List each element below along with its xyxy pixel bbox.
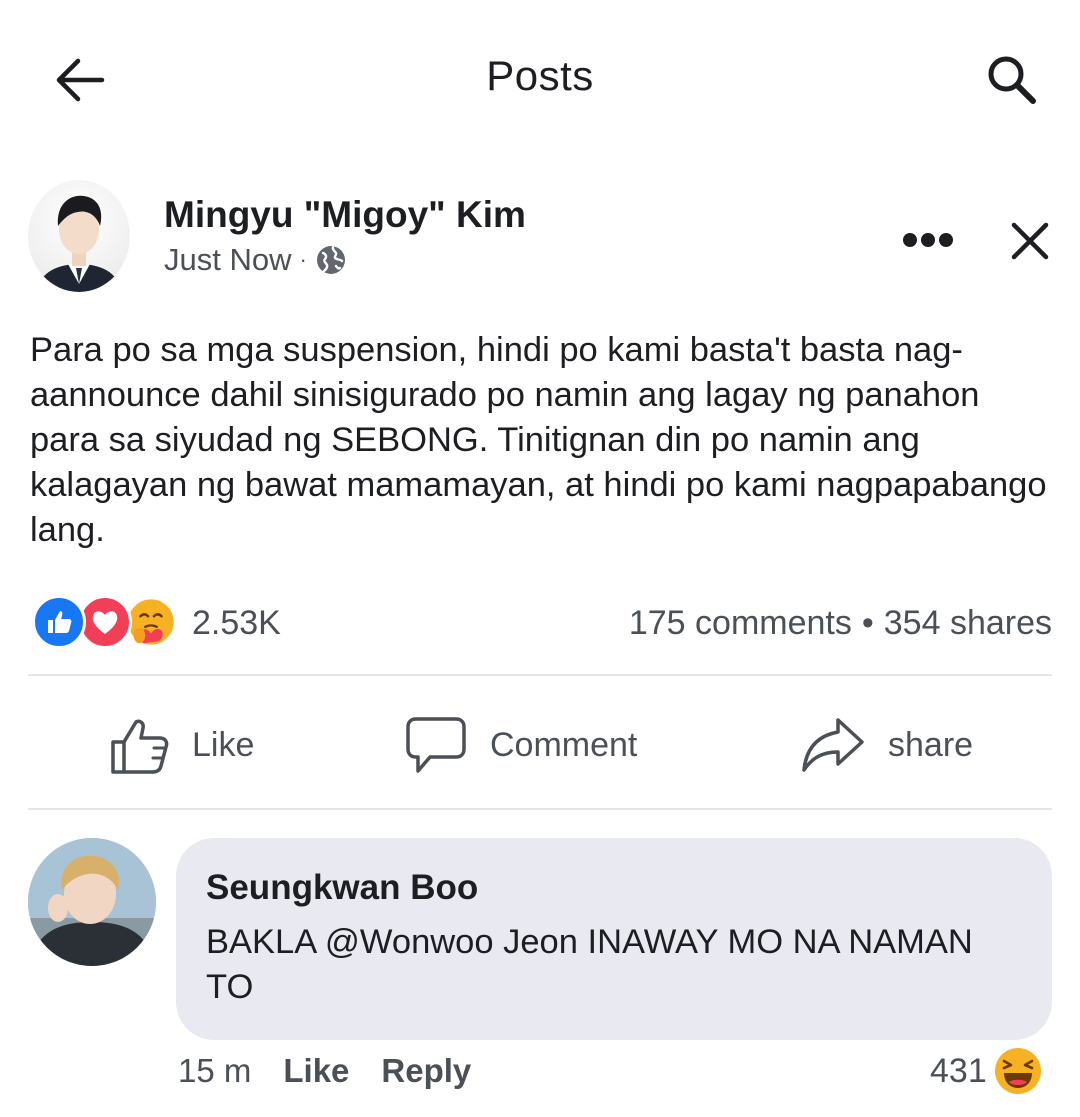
post-time[interactable]: Just Now — [164, 242, 291, 278]
comment-reaction-count: 431 — [930, 1051, 987, 1090]
laughing-reaction-icon — [994, 1048, 1041, 1094]
post-actions: Like Comment share — [0, 690, 1080, 800]
comment-like-button[interactable]: Like — [283, 1052, 349, 1090]
comment-bubble[interactable]: Seungkwan Boo BAKLA @Wonwoo Jeon INAWAY … — [176, 838, 1052, 1040]
reaction-count[interactable]: 2.53K — [192, 604, 281, 643]
more-horizontal-icon — [903, 233, 953, 247]
comment-icon — [406, 717, 466, 773]
like-label: Like — [192, 725, 255, 764]
commenter-name[interactable]: Seungkwan Boo — [206, 868, 1022, 908]
comment-text: BAKLA @Wonwoo Jeon INAWAY MO NA NAMAN TO — [206, 923, 973, 1006]
avatar-photo — [28, 838, 156, 966]
care-reaction-icon — [124, 595, 178, 649]
comment-label: Comment — [490, 725, 638, 764]
share-icon — [802, 718, 864, 772]
like-button[interactable]: Like — [110, 710, 254, 780]
page-title: Posts — [486, 52, 594, 99]
love-reaction-icon — [78, 595, 132, 649]
post-text: Para po sa mga suspension, hindi po kami… — [30, 331, 1047, 549]
reaction-icons[interactable] — [32, 595, 182, 649]
avatar-portrait — [36, 195, 122, 292]
close-icon — [1011, 222, 1049, 260]
comment-button[interactable]: Comment — [404, 710, 637, 780]
divider-bottom — [28, 808, 1052, 810]
author-name[interactable]: Mingyu "Migoy" Kim — [164, 194, 526, 236]
search-icon — [988, 56, 1036, 104]
engagement-counts: 175 comments • 354 shares — [629, 604, 1052, 643]
thumbs-up-icon — [111, 719, 169, 774]
globe-icon — [316, 245, 345, 274]
comment-reply-button[interactable]: Reply — [381, 1052, 471, 1090]
close-button[interactable] — [1000, 214, 1060, 268]
more-options-button[interactable] — [898, 220, 958, 260]
share-button[interactable]: share — [800, 710, 973, 780]
author-avatar[interactable] — [28, 180, 130, 292]
comment-reactions[interactable]: 431 — [930, 1046, 1043, 1096]
comment-item: Seungkwan Boo BAKLA @Wonwoo Jeon INAWAY … — [0, 838, 1080, 1117]
shares-count[interactable]: 354 shares — [884, 604, 1052, 643]
meta-separator: · — [299, 247, 307, 272]
like-reaction-icon — [32, 595, 86, 649]
divider-top — [28, 674, 1052, 676]
top-bar: Posts — [0, 0, 1080, 160]
commenter-avatar[interactable] — [28, 838, 156, 966]
post-meta: Just Now · — [164, 242, 347, 278]
post-header: Mingyu "Migoy" Kim Just Now · — [0, 180, 1080, 310]
comments-count[interactable]: 175 comments — [629, 604, 852, 643]
search-button[interactable] — [982, 52, 1042, 108]
engagement-separator: • — [861, 604, 874, 642]
comment-footer: 15 m Like Reply — [178, 1052, 471, 1090]
share-label: share — [888, 725, 974, 764]
comment-time: 15 m — [178, 1052, 252, 1089]
reactions-summary: 2.53K 175 comments • 354 shares — [30, 592, 1052, 652]
